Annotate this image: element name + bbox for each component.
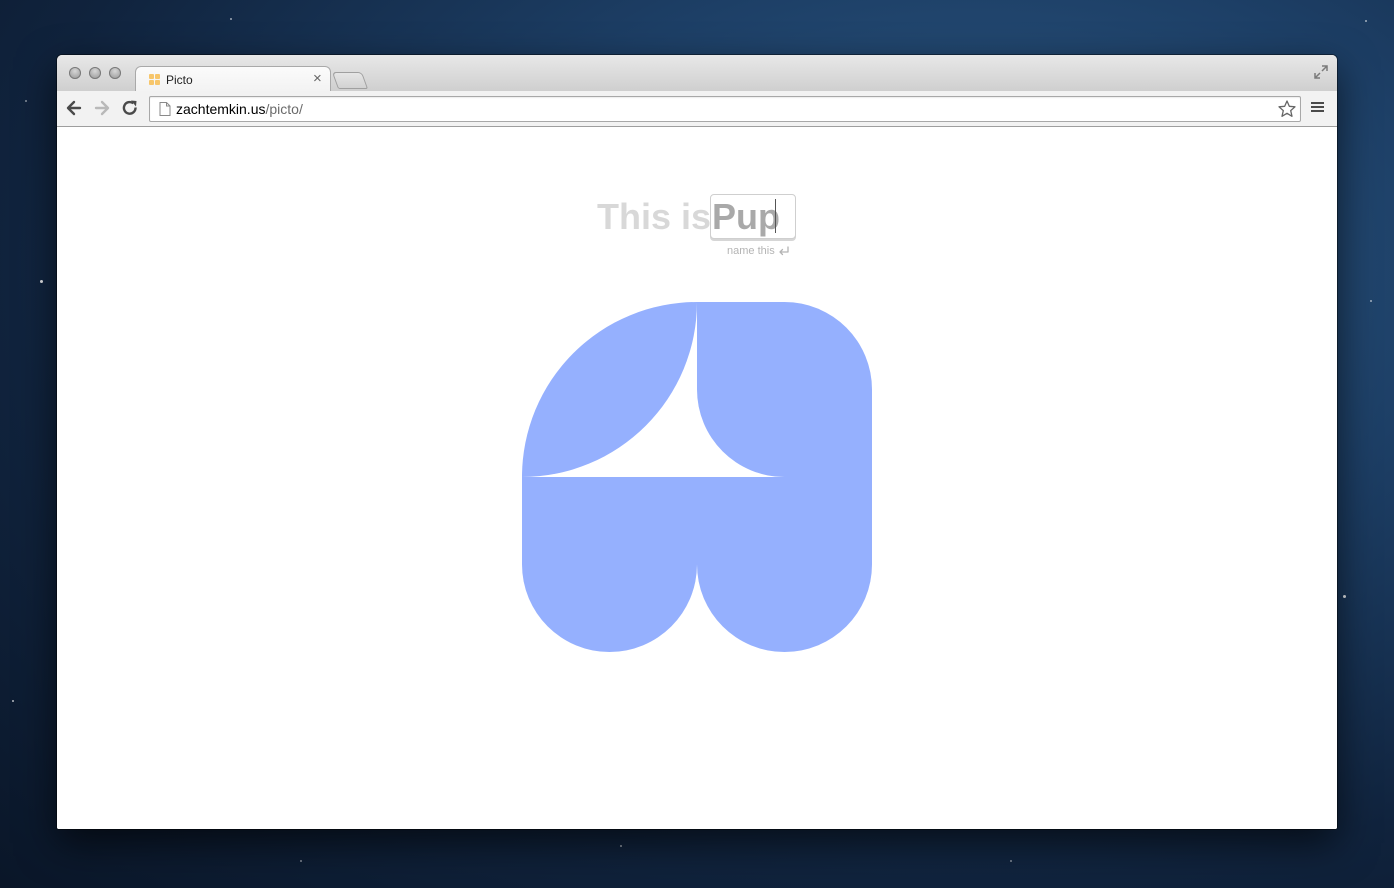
new-tab-button[interactable] xyxy=(331,72,369,89)
zoom-window-button[interactable] xyxy=(109,67,121,79)
close-window-button[interactable] xyxy=(69,67,81,79)
url-path: /picto/ xyxy=(265,101,303,117)
star-dot xyxy=(1343,595,1346,598)
page-icon xyxy=(159,102,171,116)
text-caret xyxy=(775,199,776,233)
star-dot xyxy=(1365,20,1367,22)
back-arrow-icon[interactable] xyxy=(64,98,84,118)
address-bar[interactable]: zachtemkin.us/picto/ xyxy=(149,96,1301,122)
browser-toolbar: zachtemkin.us/picto/ xyxy=(57,91,1337,127)
star-dot xyxy=(40,280,43,283)
star-dot xyxy=(230,18,232,20)
star-dot xyxy=(12,700,14,702)
picto-bottom-right-shape xyxy=(697,477,872,652)
forward-arrow-icon[interactable] xyxy=(92,98,112,118)
picto-leaf-shape xyxy=(522,302,697,477)
page-content: This is Pup name this xyxy=(57,127,1337,829)
star-dot xyxy=(1370,300,1372,302)
name-hint: name this xyxy=(727,245,775,257)
minimize-window-button[interactable] xyxy=(89,67,101,79)
tab-picto[interactable]: Picto × xyxy=(135,66,331,93)
name-input-value: Pup xyxy=(712,196,780,237)
picto-shape xyxy=(522,302,872,652)
star-dot xyxy=(620,845,622,847)
heading-prefix: This is xyxy=(597,196,712,237)
star-dot xyxy=(300,860,302,862)
reload-icon[interactable] xyxy=(120,98,140,118)
title-bar: Picto × xyxy=(57,55,1337,93)
star-icon[interactable] xyxy=(1277,99,1297,119)
tab-close-icon[interactable]: × xyxy=(313,70,322,88)
url-text: zachtemkin.us/picto/ xyxy=(176,101,303,117)
favicon-icon xyxy=(149,74,160,85)
name-input[interactable]: Pup xyxy=(710,194,796,239)
url-host: zachtemkin.us xyxy=(176,101,266,117)
fullscreen-icon[interactable] xyxy=(1313,64,1329,80)
hamburger-menu-icon[interactable] xyxy=(1311,100,1325,116)
browser-window: Picto × zachtemkin.us/picto/ This is Pup… xyxy=(57,55,1337,829)
star-dot xyxy=(1010,860,1012,862)
picto-bottom-left-shape xyxy=(522,477,697,652)
picto-quarter-shape xyxy=(697,302,872,477)
tab-title: Picto xyxy=(166,73,193,87)
enter-icon xyxy=(779,246,789,256)
star-dot xyxy=(25,100,27,102)
page-heading: This is xyxy=(597,197,711,237)
